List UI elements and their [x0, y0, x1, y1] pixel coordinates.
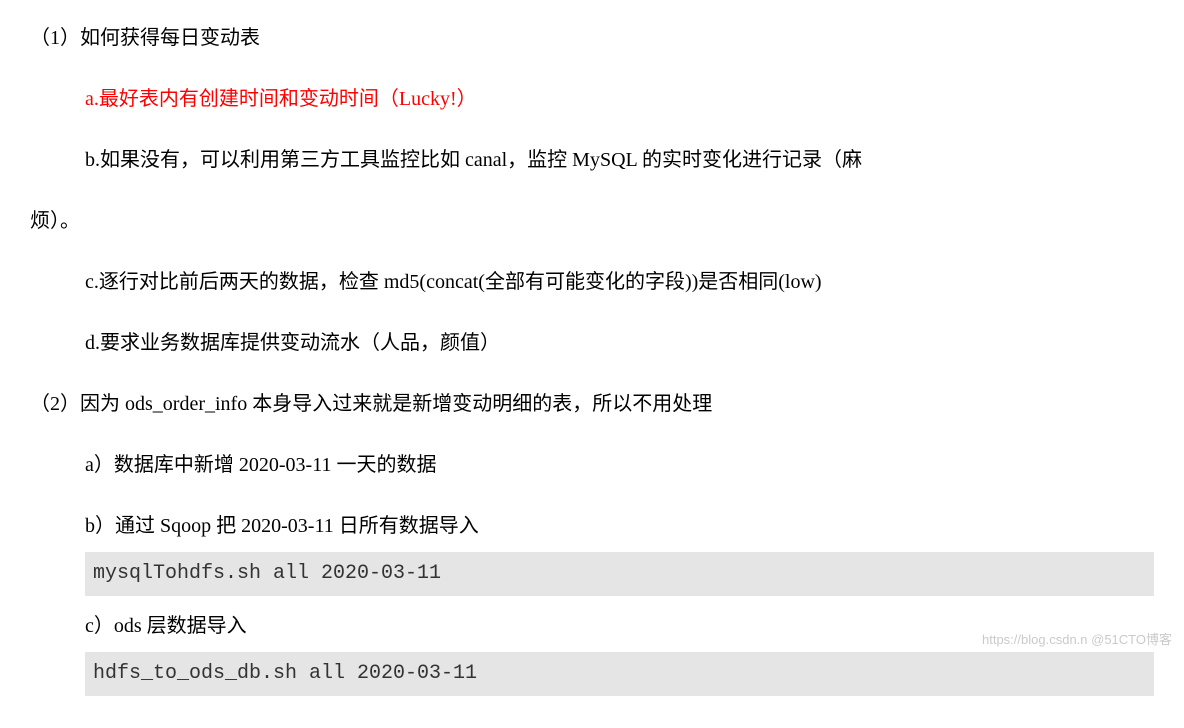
section-1-item-c: c.逐行对比前后两天的数据，检查 md5(concat(全部有可能变化的字段))… [85, 264, 1154, 300]
section-1-item-b-line1: b.如果没有，可以利用第三方工具监控比如 canal，监控 MySQL 的实时变… [85, 149, 862, 171]
section-2-item-b: b）通过 Sqoop 把 2020-03-11 日所有数据导入 [85, 508, 1154, 544]
section-2-item-a: a）数据库中新增 2020-03-11 一天的数据 [85, 447, 1154, 483]
section-1-item-b: b.如果没有，可以利用第三方工具监控比如 canal，监控 MySQL 的实时变… [30, 142, 1154, 239]
code-block-1: mysqlTohdfs.sh all 2020-03-11 [85, 552, 1154, 596]
section-2-title: （2）因为 ods_order_info 本身导入过来就是新增变动明细的表，所以… [30, 386, 1154, 422]
section-1-item-d: d.要求业务数据库提供变动流水（人品，颜值） [85, 325, 1154, 361]
section-1-item-b-line2: 烦）。 [30, 203, 1154, 239]
watermark-text: https://blog.csdn.n @51CTO博客 [982, 628, 1172, 651]
section-1-item-a: a.最好表内有创建时间和变动时间（Lucky!） [85, 81, 1154, 117]
section-1-title: （1）如何获得每日变动表 [30, 20, 1154, 56]
